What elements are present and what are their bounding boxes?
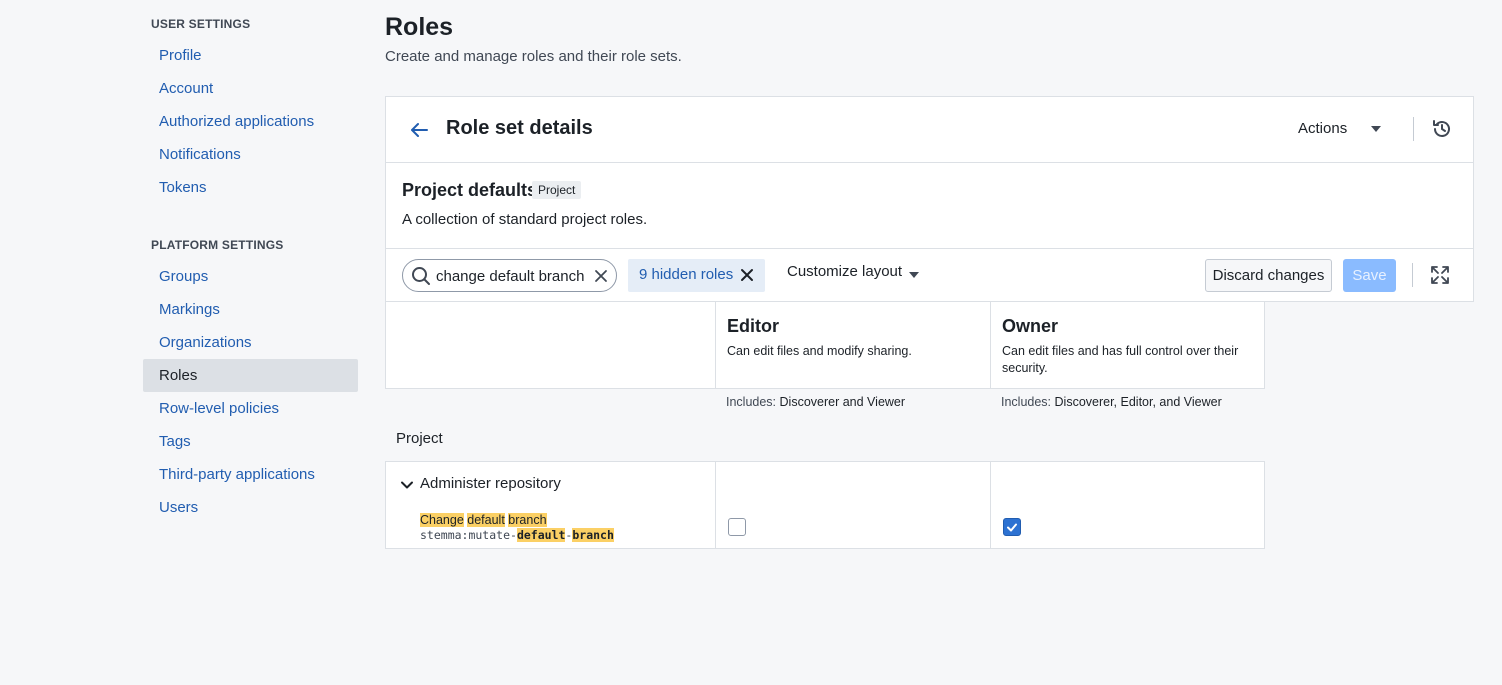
permission-name: Change default branch <box>420 513 547 527</box>
permission-id: stemma:mutate-default-branch <box>420 528 614 542</box>
role-set-name: Project defaults <box>402 180 538 200</box>
checkmark-icon <box>1007 523 1017 532</box>
divider <box>1413 117 1414 141</box>
search-input[interactable] <box>436 264 586 288</box>
highlight: branch <box>508 513 547 527</box>
sidebar-item-tags[interactable]: Tags <box>143 425 358 458</box>
search-box[interactable] <box>402 259 617 292</box>
card-header: Role set details Actions <box>386 97 1473 163</box>
column-divider <box>715 462 716 548</box>
column-divider <box>990 302 991 388</box>
owner-permission-checkbox[interactable] <box>1003 518 1021 536</box>
column-divider <box>715 302 716 388</box>
save-button[interactable]: Save <box>1343 259 1396 292</box>
role-editor-includes: Includes: Discoverer and Viewer <box>726 395 905 409</box>
highlight: branch <box>572 528 614 542</box>
highlight: default <box>516 528 566 542</box>
back-arrow-icon[interactable] <box>408 119 430 141</box>
role-columns-header: Editor Can edit files and modify sharing… <box>385 302 1265 389</box>
editor-permission-checkbox[interactable] <box>728 518 746 536</box>
role-owner-description: Can edit files and has full control over… <box>1002 344 1239 375</box>
sidebar-item-notifications[interactable]: Notifications <box>143 138 358 171</box>
page-subtitle: Create and manage roles and their role s… <box>385 48 682 65</box>
actions-button[interactable]: Actions <box>1298 117 1347 141</box>
sidebar-item-groups[interactable]: Groups <box>143 260 358 293</box>
sidebar-item-markings[interactable]: Markings <box>143 293 358 326</box>
caret-down-icon[interactable] <box>1371 126 1381 132</box>
role-set-info: Project defaults Project A collection of… <box>386 163 1473 249</box>
permission-group-label: Project <box>396 430 443 447</box>
sidebar-item-tokens[interactable]: Tokens <box>143 171 358 204</box>
sidebar-item-organizations[interactable]: Organizations <box>143 326 358 359</box>
sidebar-item-row-level-policies[interactable]: Row-level policies <box>143 392 358 425</box>
divider <box>1412 263 1413 287</box>
highlight: Change <box>420 513 464 527</box>
includes-label: Includes: <box>726 395 777 409</box>
role-set-description: A collection of standard project roles. <box>402 211 648 228</box>
close-icon[interactable] <box>740 268 754 282</box>
role-set-card: Role set details Actions Project default… <box>385 96 1474 302</box>
highlight: default <box>467 513 505 527</box>
column-divider <box>990 462 991 548</box>
role-set-tag: Project <box>532 181 582 199</box>
sidebar-item-users[interactable]: Users <box>143 491 358 524</box>
role-owner-name: Owner <box>1002 316 1059 336</box>
permission-table: Administer repository Change default bra… <box>385 461 1265 549</box>
hidden-roles-tag[interactable]: 9 hidden roles <box>628 259 765 292</box>
fullscreen-icon[interactable] <box>1430 265 1450 285</box>
toolbar: 9 hidden roles Customize layout Discard … <box>386 249 1473 302</box>
sidebar-item-third-party-applications[interactable]: Third-party applications <box>143 458 358 491</box>
sidebar-item-roles[interactable]: Roles <box>143 359 358 392</box>
role-owner-includes: Includes: Discoverer, Editor, and Viewer <box>1001 395 1222 409</box>
customize-layout-button[interactable]: Customize layout <box>787 263 902 280</box>
includes-value: Discoverer and Viewer <box>779 395 906 409</box>
includes-label: Includes: <box>1001 395 1052 409</box>
sidebar-item-authorized-applications[interactable]: Authorized applications <box>143 105 358 138</box>
permission-category[interactable]: Administer repository <box>420 475 561 492</box>
card-title: Role set details <box>446 117 593 139</box>
chevron-down-icon[interactable] <box>400 478 414 492</box>
history-icon[interactable] <box>1430 117 1454 141</box>
discard-changes-button[interactable]: Discard changes <box>1205 259 1332 292</box>
user-settings-heading: USER SETTINGS <box>151 17 251 31</box>
platform-settings-heading: PLATFORM SETTINGS <box>151 238 284 252</box>
includes-value: Discoverer, Editor, and Viewer <box>1054 395 1222 409</box>
sidebar-item-profile[interactable]: Profile <box>143 39 358 72</box>
caret-down-icon[interactable] <box>909 272 919 278</box>
clear-icon[interactable] <box>593 268 609 284</box>
page-title: Roles <box>385 13 454 41</box>
role-editor-description: Can edit files and modify sharing. <box>727 344 912 358</box>
id-text: stemma:mutate- <box>420 528 517 542</box>
hidden-roles-label: 9 hidden roles <box>639 266 734 283</box>
role-editor-name: Editor <box>727 316 779 336</box>
sidebar-item-account[interactable]: Account <box>143 72 358 105</box>
search-icon <box>411 266 431 286</box>
